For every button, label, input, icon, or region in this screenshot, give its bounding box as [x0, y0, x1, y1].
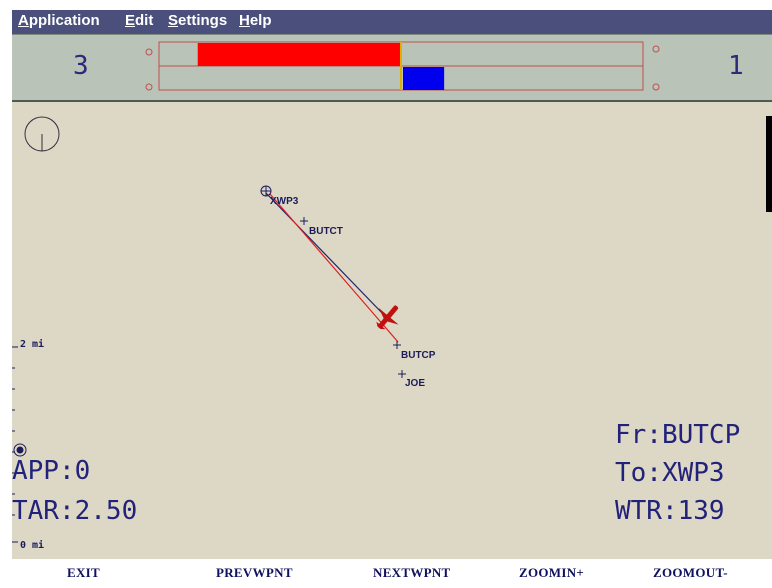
- menu-edit[interactable]: Edit: [125, 12, 153, 29]
- indicator-circle-bottom-right: [652, 83, 660, 91]
- edge-bar: [766, 116, 772, 212]
- to-waypoint-readout: To:XWP3: [615, 458, 725, 488]
- map-canvas: [12, 116, 772, 543]
- exit-button[interactable]: EXIT: [67, 565, 100, 581]
- ownship-dot-icon: [13, 443, 27, 457]
- scale-label-upper: 2 mi: [20, 339, 45, 350]
- indicator-circle-top-right: [652, 45, 660, 53]
- waypoint-label: BUTCT: [309, 226, 343, 237]
- softkey-bar: EXIT PREVWPNT NEXTWPNT ZOOMIN+ ZOOMOUT-: [12, 559, 772, 588]
- next-waypoint-button[interactable]: NEXTWPNT: [373, 565, 451, 581]
- waypoint-label: XWP3: [270, 196, 299, 207]
- waypoint-butct-icon[interactable]: [300, 217, 308, 225]
- wtr-readout: WTR:139: [615, 496, 725, 526]
- waypoint-joe-icon[interactable]: [398, 370, 406, 378]
- menu-application[interactable]: Application: [18, 12, 100, 29]
- scale-label-lower: 0 mi: [20, 540, 45, 551]
- waypoint-butcp-icon[interactable]: [393, 341, 401, 349]
- menu-help[interactable]: Help: [239, 12, 272, 29]
- navigation-map[interactable]: XWP3 BUTCT BUTCP JOE 2 mi 0 mi APP:0 TAR…: [12, 102, 772, 559]
- waypoint-label: JOE: [405, 378, 426, 389]
- waypoint-xwp3-icon[interactable]: [260, 185, 272, 197]
- app-readout: APP:0: [12, 456, 91, 486]
- tar-readout: TAR:2.50: [12, 496, 138, 526]
- indicator-circle-bottom-left: [145, 83, 153, 91]
- prev-waypoint-button[interactable]: PREVWPNT: [216, 565, 293, 581]
- deviation-bars: [145, 41, 660, 91]
- menu-settings[interactable]: Settings: [168, 12, 227, 29]
- bottom-bar-fill: [403, 67, 445, 90]
- app-window: Application Edit Settings Help 3 1 XWP3 …: [0, 0, 772, 588]
- indicator-circle-top-left: [145, 48, 153, 56]
- menu-bar: Application Edit Settings Help: [12, 10, 772, 34]
- zoom-in-button[interactable]: ZOOMIN+: [519, 565, 584, 581]
- waypoint-label: BUTCP: [401, 350, 436, 361]
- zoom-out-button[interactable]: ZOOMOUT-: [653, 565, 728, 581]
- top-bar-fill: [197, 43, 401, 66]
- compass-icon: [24, 116, 60, 152]
- course-line: [269, 193, 399, 343]
- track-line: [265, 192, 385, 316]
- instrument-panel: 3 1: [12, 34, 772, 102]
- from-waypoint-readout: Fr:BUTCP: [615, 420, 741, 450]
